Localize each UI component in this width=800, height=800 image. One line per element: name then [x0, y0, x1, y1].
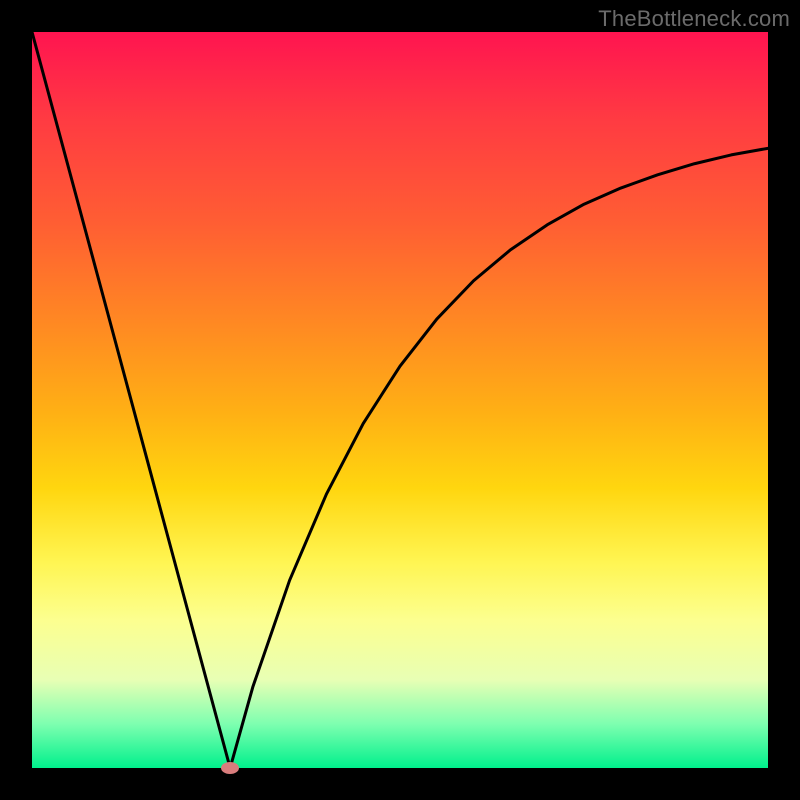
- curve-path: [32, 32, 768, 768]
- chart-frame: TheBottleneck.com: [0, 0, 800, 800]
- plot-area: [32, 32, 768, 768]
- watermark-text: TheBottleneck.com: [598, 6, 790, 32]
- optimum-marker: [221, 762, 239, 774]
- bottleneck-curve: [32, 32, 768, 768]
